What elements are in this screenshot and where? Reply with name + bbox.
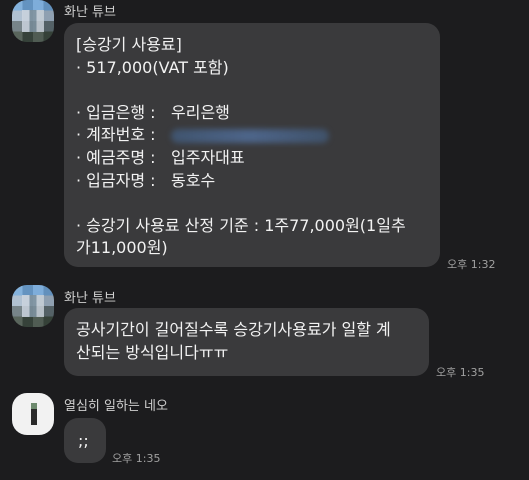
- message-text: · 517,000(VAT 포함): [76, 57, 229, 77]
- depositor-value: 동호수: [171, 170, 216, 190]
- message-bubble[interactable]: 공사기간이 길어질수록 승강기사용료가 일할 계 산되는 방식입니다ㅠㅠ: [64, 308, 429, 376]
- sender-name: 화난 튜브: [64, 291, 116, 306]
- message-text: 공사기간이 길어질수록 승강기사용료가 일할 계: [76, 320, 391, 339]
- message-text: ;;: [78, 431, 89, 450]
- message-text: 산되는 방식입니다ㅠㅠ: [76, 342, 229, 362]
- sender-name: 화난 튜브: [64, 5, 116, 20]
- holder-label: · 예금주명 :: [76, 147, 156, 167]
- depositor-row: · 입금자명 : 동호수: [76, 170, 440, 193]
- account-label: · 계좌번호 :: [76, 125, 156, 145]
- sender-avatar[interactable]: [12, 0, 54, 42]
- message-timestamp: 오후 1:35: [436, 366, 485, 379]
- bank-row: · 입금은행 : 우리은행: [76, 102, 440, 125]
- depositor-label: · 입금자명 :: [76, 170, 156, 190]
- redacted-account-number: [171, 128, 329, 143]
- message-timestamp: 오후 1:32: [447, 258, 496, 271]
- message-bubble[interactable]: [승강기 사용료] · 517,000(VAT 포함) · 입금은행 : 우리은행…: [64, 23, 440, 267]
- message-text: 가11,000원): [76, 238, 168, 258]
- message-timestamp: 오후 1:35: [112, 452, 161, 465]
- bank-value: 우리은행: [171, 102, 230, 122]
- sender-avatar[interactable]: [12, 285, 54, 327]
- message-text: · 승강기 사용료 산정 기준 : 1주77,000원(1일추: [76, 215, 406, 235]
- avatar-mark: [31, 409, 37, 425]
- message-text: [승강기 사용료]: [76, 35, 182, 54]
- holder-value: 입주자대표: [171, 147, 245, 167]
- account-row: · 계좌번호 :: [76, 124, 440, 147]
- sender-name: 열심히 일하는 네오: [64, 399, 168, 414]
- sender-avatar[interactable]: [12, 393, 54, 435]
- message-bubble[interactable]: ;;: [64, 418, 106, 463]
- bank-label: · 입금은행 :: [76, 102, 156, 122]
- holder-row: · 예금주명 : 입주자대표: [76, 147, 440, 170]
